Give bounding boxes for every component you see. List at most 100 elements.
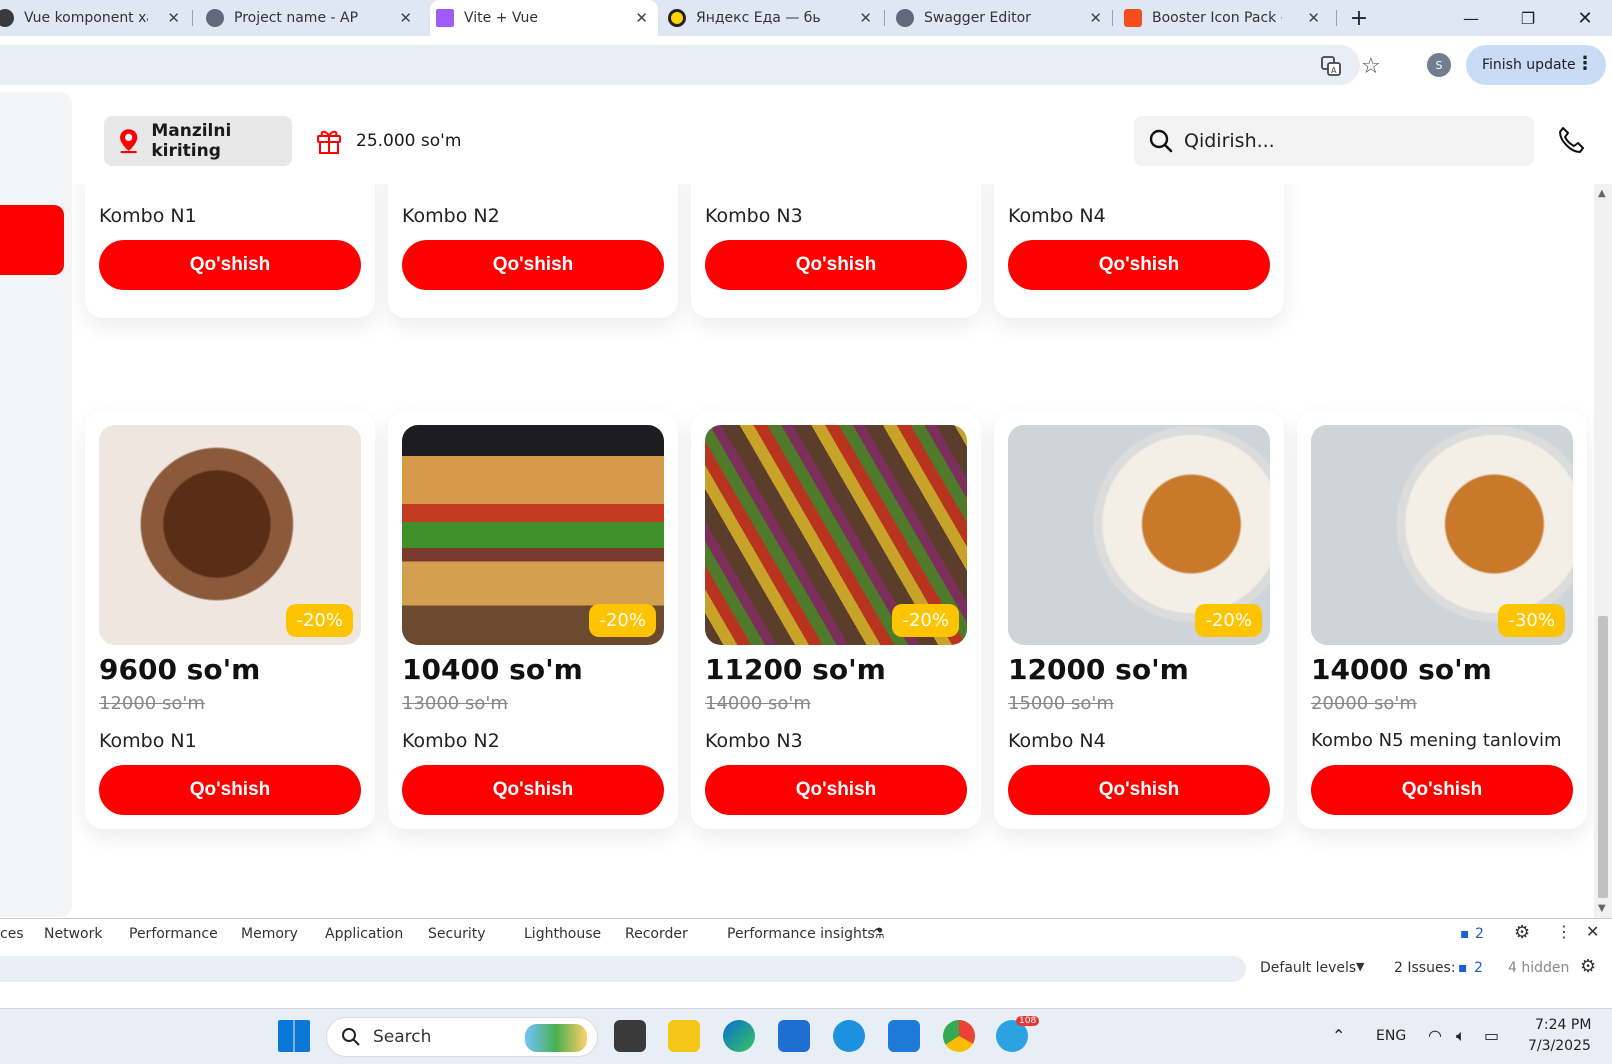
more-options-icon[interactable]: ⋮: [1556, 922, 1572, 941]
restore-icon[interactable]: ❐: [1503, 0, 1553, 36]
devtools-tab-lighthouse[interactable]: Lighthouse: [524, 926, 601, 942]
devtools-tab-sources[interactable]: ces: [0, 926, 24, 942]
volume-icon[interactable]: 🔈︎: [1456, 1026, 1466, 1046]
search-input[interactable]: Qidirish...: [1134, 116, 1534, 166]
location-pin-icon: [120, 129, 138, 154]
add-to-cart-button[interactable]: Qo'shish: [705, 765, 967, 815]
omnibox[interactable]: [0, 45, 1360, 85]
task-view-icon[interactable]: [614, 1020, 646, 1052]
console-settings-icon[interactable]: ⚙: [1580, 956, 1596, 977]
discount-badge: -30%: [1498, 604, 1565, 637]
close-devtools-icon[interactable]: ✕: [1586, 922, 1599, 941]
close-tab-icon[interactable]: ✕: [859, 9, 872, 27]
product-image-burger: -20%: [402, 425, 664, 645]
search-icon: [1149, 129, 1173, 153]
product-image-rice-vegetable-bowl: -30%: [1311, 425, 1573, 645]
devtools-tab-memory[interactable]: Memory: [241, 926, 298, 942]
browser-tab[interactable]: Яндекс Еда — быстр ✕: [662, 0, 882, 36]
product-name: Kombo N3: [705, 730, 803, 752]
more-menu-icon[interactable]: ⋮: [1576, 53, 1594, 74]
close-tab-icon[interactable]: ✕: [167, 9, 180, 27]
add-to-cart-button[interactable]: Qo'shish: [1008, 240, 1270, 290]
old-price: 12000 so'm: [99, 693, 205, 714]
add-to-cart-button[interactable]: Qo'shish: [402, 240, 664, 290]
tab-title: Vite + Vue: [464, 10, 539, 26]
add-to-cart-button[interactable]: Qo'shish: [705, 240, 967, 290]
microsoft-store-icon[interactable]: [778, 1020, 810, 1052]
browser-tab-active[interactable]: Vite + Vue ✕: [430, 0, 658, 36]
add-to-cart-button[interactable]: Qo'shish: [99, 765, 361, 815]
phone-icon[interactable]: [1556, 125, 1586, 159]
language-indicator[interactable]: ENG: [1376, 1028, 1406, 1044]
devtools-tab-application[interactable]: Application: [325, 926, 403, 942]
browser-tab[interactable]: Swagger Editor ✕: [890, 0, 1112, 36]
add-to-cart-button[interactable]: Qo'shish: [402, 765, 664, 815]
gift-icon: [317, 130, 341, 154]
add-to-cart-button[interactable]: Qo'shish: [1008, 765, 1270, 815]
scroll-up-arrow-icon[interactable]: ▲: [1598, 188, 1606, 199]
devtools-tab-network[interactable]: Network: [44, 926, 102, 942]
edge-browser-icon[interactable]: [723, 1020, 755, 1052]
add-to-cart-button[interactable]: Qo'shish: [99, 240, 361, 290]
bookmark-star-icon[interactable]: ☆: [1361, 54, 1381, 79]
product-image-vegetable-skewers: -20%: [705, 425, 967, 645]
add-to-cart-button[interactable]: Qo'shish: [1311, 765, 1573, 815]
chrome-icon[interactable]: [943, 1020, 975, 1052]
product-name: Kombo N5 mening tanlovim: [1311, 730, 1562, 751]
dropdown-arrow-icon: ▼: [1356, 960, 1365, 973]
chevron-up-icon[interactable]: ⌃: [1332, 1026, 1345, 1045]
browser-tab[interactable]: Vue komponent xato ✕: [0, 0, 190, 36]
devtools-tab-performance[interactable]: Performance: [129, 926, 218, 942]
sidebar-active-item[interactable]: [0, 205, 64, 275]
close-tab-icon[interactable]: ✕: [399, 9, 412, 27]
minimize-icon[interactable]: —: [1446, 0, 1496, 36]
tab-title: Booster Icon Pack - E: [1152, 10, 1282, 26]
telegram-badge: 108: [1016, 1016, 1040, 1026]
file-explorer-icon[interactable]: [668, 1020, 700, 1052]
close-tab-icon[interactable]: ✕: [1089, 9, 1102, 27]
product-price: 11200 so'm: [705, 653, 886, 686]
finish-update-button[interactable]: Finish update ⋮: [1466, 45, 1606, 85]
close-tab-icon[interactable]: ✕: [1307, 9, 1320, 27]
discount-badge: -20%: [589, 604, 656, 637]
issues-label[interactable]: 2 Issues:: [1394, 960, 1456, 976]
product-card: -30% 14000 so'm 20000 so'm Kombo N5 meni…: [1297, 411, 1587, 829]
product-card: -20% 9600 so'm 12000 so'm Kombo N1 Qo'sh…: [85, 411, 375, 829]
vscode-icon[interactable]: [888, 1020, 920, 1052]
docker-icon[interactable]: [833, 1020, 865, 1052]
product-card: -20% 10400 so'm 13000 so'm Kombo N2 Qo's…: [388, 411, 678, 829]
clock-date[interactable]: 7/3/2025: [1528, 1038, 1591, 1054]
close-tab-icon[interactable]: ✕: [635, 9, 648, 27]
windows-start-icon[interactable]: [278, 1020, 310, 1052]
discount-badge: -20%: [286, 604, 353, 637]
browser-tab[interactable]: Booster Icon Pack - E ✕: [1118, 0, 1330, 36]
battery-icon[interactable]: ▭: [1484, 1026, 1499, 1045]
default-levels-dropdown[interactable]: Default levels: [1260, 960, 1356, 976]
taskbar-search[interactable]: Search: [326, 1017, 598, 1057]
message-icon[interactable]: ▪: [1460, 926, 1470, 942]
issues-count[interactable]: 2: [1474, 960, 1483, 976]
globe-icon: [896, 9, 914, 27]
devtools-tab-recorder[interactable]: Recorder: [625, 926, 688, 942]
clock-time[interactable]: 7:24 PM: [1535, 1017, 1591, 1033]
browser-tab[interactable]: Project name - API Pl ✕: [200, 0, 422, 36]
globe-icon: [206, 9, 224, 27]
console-filter-input[interactable]: [0, 956, 1246, 982]
wifi-icon[interactable]: ◠: [1428, 1026, 1442, 1045]
search-highlight-icon: [525, 1024, 587, 1052]
devtools-tab-performance-insights[interactable]: Performance insights: [727, 926, 875, 942]
discount-badge: -20%: [1195, 604, 1262, 637]
discount-badge: -20%: [892, 604, 959, 637]
browser-tab-strip: Vue komponent xato ✕ Project name - API …: [0, 0, 1612, 36]
scrollbar-thumb[interactable]: [1598, 616, 1608, 898]
close-window-icon[interactable]: ✕: [1560, 0, 1610, 36]
settings-gear-icon[interactable]: ⚙: [1514, 922, 1530, 943]
profile-avatar[interactable]: S: [1427, 53, 1451, 77]
new-tab-icon[interactable]: +: [1334, 0, 1384, 36]
enter-address-button[interactable]: Manzilni kiriting: [104, 116, 292, 166]
scroll-down-arrow-icon[interactable]: ▼: [1598, 903, 1606, 914]
devtools-tab-security[interactable]: Security: [428, 926, 486, 942]
translate-icon[interactable]: A: [1320, 55, 1342, 82]
bonus-balance[interactable]: 25.000 so'm: [316, 116, 461, 166]
issues-badge[interactable]: 2: [1475, 926, 1484, 942]
